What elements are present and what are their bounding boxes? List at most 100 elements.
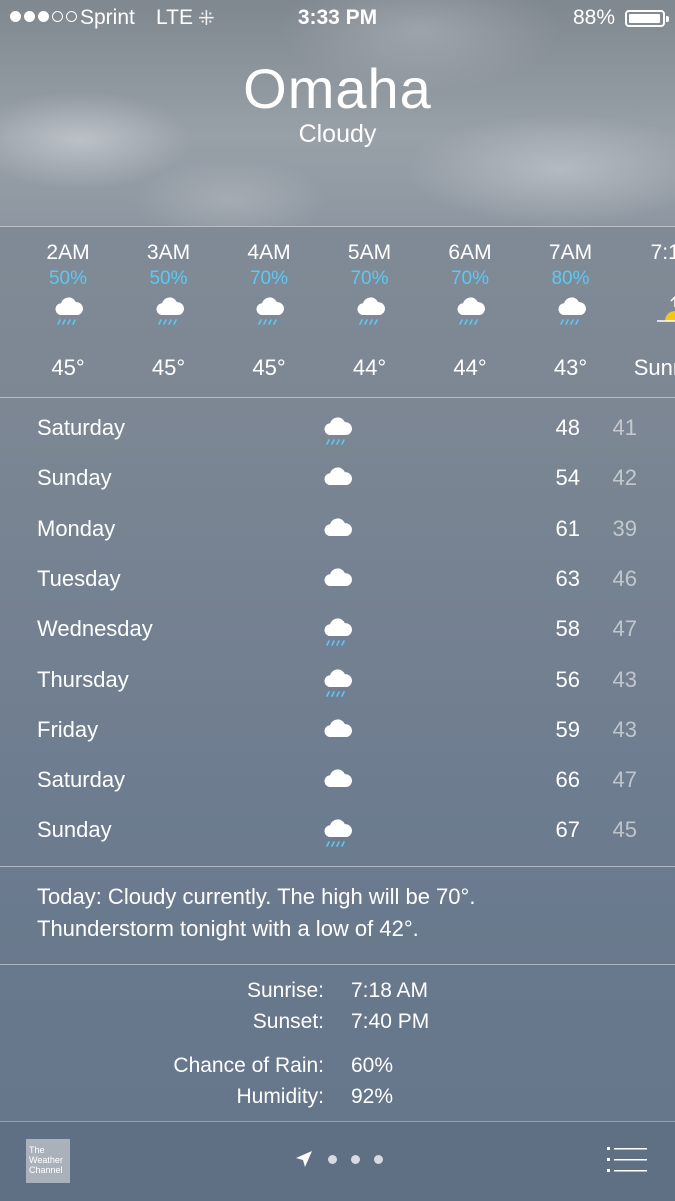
rain-cloud-icon [153, 293, 187, 332]
low-temp: 41 [612, 415, 637, 440]
high-temp: 59 [555, 716, 580, 742]
page-dot [328, 1154, 337, 1164]
high-temp: 48 [555, 415, 580, 440]
detail-label: Humidity: [236, 1085, 324, 1108]
hour-time: 7AM [548, 241, 593, 264]
day-name: Tuesday [37, 565, 121, 591]
detail-value: 7:40 PM [351, 1010, 430, 1033]
divider [0, 866, 675, 867]
hour-time: 4AM [247, 241, 291, 264]
sunrise-row: Sunrise: 7:18 AM [0, 979, 675, 1009]
low-temp: 47 [612, 616, 637, 642]
daily-row: Sunday 54 42 [0, 453, 675, 503]
detail-label: Sunrise: [246, 979, 324, 1002]
low-temp: 45 [612, 817, 637, 843]
low-temp: 47 [612, 767, 637, 793]
low-temp: 46 [612, 565, 637, 591]
hour-temp: 45° [151, 355, 186, 380]
daily-row: Thursday 56 43 [0, 655, 675, 705]
day-name: Friday [37, 716, 99, 742]
cloud-icon [321, 463, 355, 502]
divider [0, 397, 675, 398]
page-indicator[interactable] [294, 1149, 383, 1169]
day-name: Wednesday [37, 616, 153, 642]
hour-temp: 45° [252, 355, 286, 380]
summary-line: Thunderstorm tonight with a low of 42°. [37, 916, 419, 941]
hour-time: 2AM [46, 241, 90, 264]
high-temp: 54 [555, 465, 580, 491]
detail-label: Chance of Rain: [173, 1054, 324, 1077]
high-temp: 66 [555, 767, 580, 793]
daily-row: Friday 59 43 [0, 705, 675, 755]
hourly-forecast[interactable]: 2AM 50% 45° 3AM 50% 45° 4AM 70% 45° 5AM 70% 44° 6AM 7… [0, 227, 675, 397]
precip-chance: 50% [48, 268, 88, 289]
cloud-icon [321, 765, 355, 804]
humidity-row: Humidity: 92% [0, 1085, 675, 1115]
hour-time: 3AM [146, 241, 191, 264]
precip-chance: 50% [149, 268, 188, 289]
precip-chance: 70% [450, 268, 490, 289]
rain-cloud-icon [454, 293, 488, 332]
detail-value: 60% [351, 1054, 394, 1077]
high-temp: 63 [555, 565, 580, 591]
today-summary: Today: Cloudy currently. The high will b… [37, 881, 647, 945]
hour-temp: 44° [352, 355, 387, 380]
current-condition: Cloudy [298, 120, 377, 148]
rain-cloud-icon [52, 293, 86, 332]
rain-cloud-icon [354, 293, 388, 332]
hour-temp: 43° [553, 355, 588, 380]
page-dot [351, 1154, 360, 1164]
hour-temp: Sunrise [633, 355, 675, 380]
cloud-icon [321, 564, 355, 603]
precip-chance: 70% [350, 268, 389, 289]
city-name: Omaha [243, 57, 432, 120]
sunset-row: Sunset: 7:40 PM [0, 1010, 675, 1040]
chance-of-rain-row: Chance of Rain: 60% [0, 1054, 675, 1084]
detail-value: 92% [351, 1085, 394, 1108]
battery-percentage: 88% [572, 6, 615, 29]
battery-icon [625, 10, 669, 27]
precip-chance: 70% [249, 268, 289, 289]
daily-row: Monday 61 39 [0, 504, 675, 554]
location-arrow-icon [296, 1151, 312, 1167]
daily-row: Tuesday 63 46 [0, 554, 675, 604]
day-name: Sunday [37, 817, 112, 843]
city-list-icon[interactable] [607, 1146, 647, 1174]
page-dot [374, 1154, 383, 1164]
summary-line: Today: Cloudy currently. The high will b… [37, 884, 476, 909]
day-name: Monday [37, 515, 116, 541]
divider [0, 964, 675, 965]
rain-cloud-icon [253, 293, 287, 332]
precip-chance: 80% [551, 268, 590, 289]
detail-label: Sunset: [252, 1010, 324, 1033]
hour-time: 7:18 [650, 241, 675, 264]
low-temp: 42 [612, 465, 637, 491]
hour-temp: 44° [453, 355, 487, 380]
hour-time: 5AM [347, 241, 392, 264]
rain-cloud-icon [321, 815, 355, 854]
hour-time: 6AM [448, 241, 492, 264]
high-temp: 58 [555, 616, 580, 642]
high-temp: 56 [555, 666, 580, 692]
detail-value: 7:18 AM [351, 979, 429, 1002]
rain-cloud-icon [555, 293, 589, 332]
daily-row: Saturday 48 41 [0, 403, 675, 453]
low-temp: 39 [612, 515, 637, 541]
hour-temp: 45° [51, 355, 85, 380]
rain-cloud-icon [321, 665, 355, 704]
daily-row: Saturday 66 47 [0, 755, 675, 805]
day-name: Sunday [37, 465, 112, 491]
day-name: Thursday [37, 666, 129, 692]
cloud-icon [321, 715, 355, 754]
day-name: Saturday [37, 767, 126, 793]
cloud-icon [321, 514, 355, 553]
low-temp: 43 [612, 666, 637, 692]
rain-cloud-icon [321, 413, 355, 452]
sunrise-icon [655, 293, 675, 338]
rain-cloud-icon [321, 614, 355, 653]
high-temp: 67 [555, 817, 580, 843]
weather-channel-logo[interactable]: The Weather Channel [26, 1139, 70, 1183]
bottom-toolbar: The Weather Channel [0, 1121, 675, 1201]
daily-row: Sunday 67 45 [0, 805, 675, 855]
daily-row: Wednesday 58 47 [0, 604, 675, 654]
